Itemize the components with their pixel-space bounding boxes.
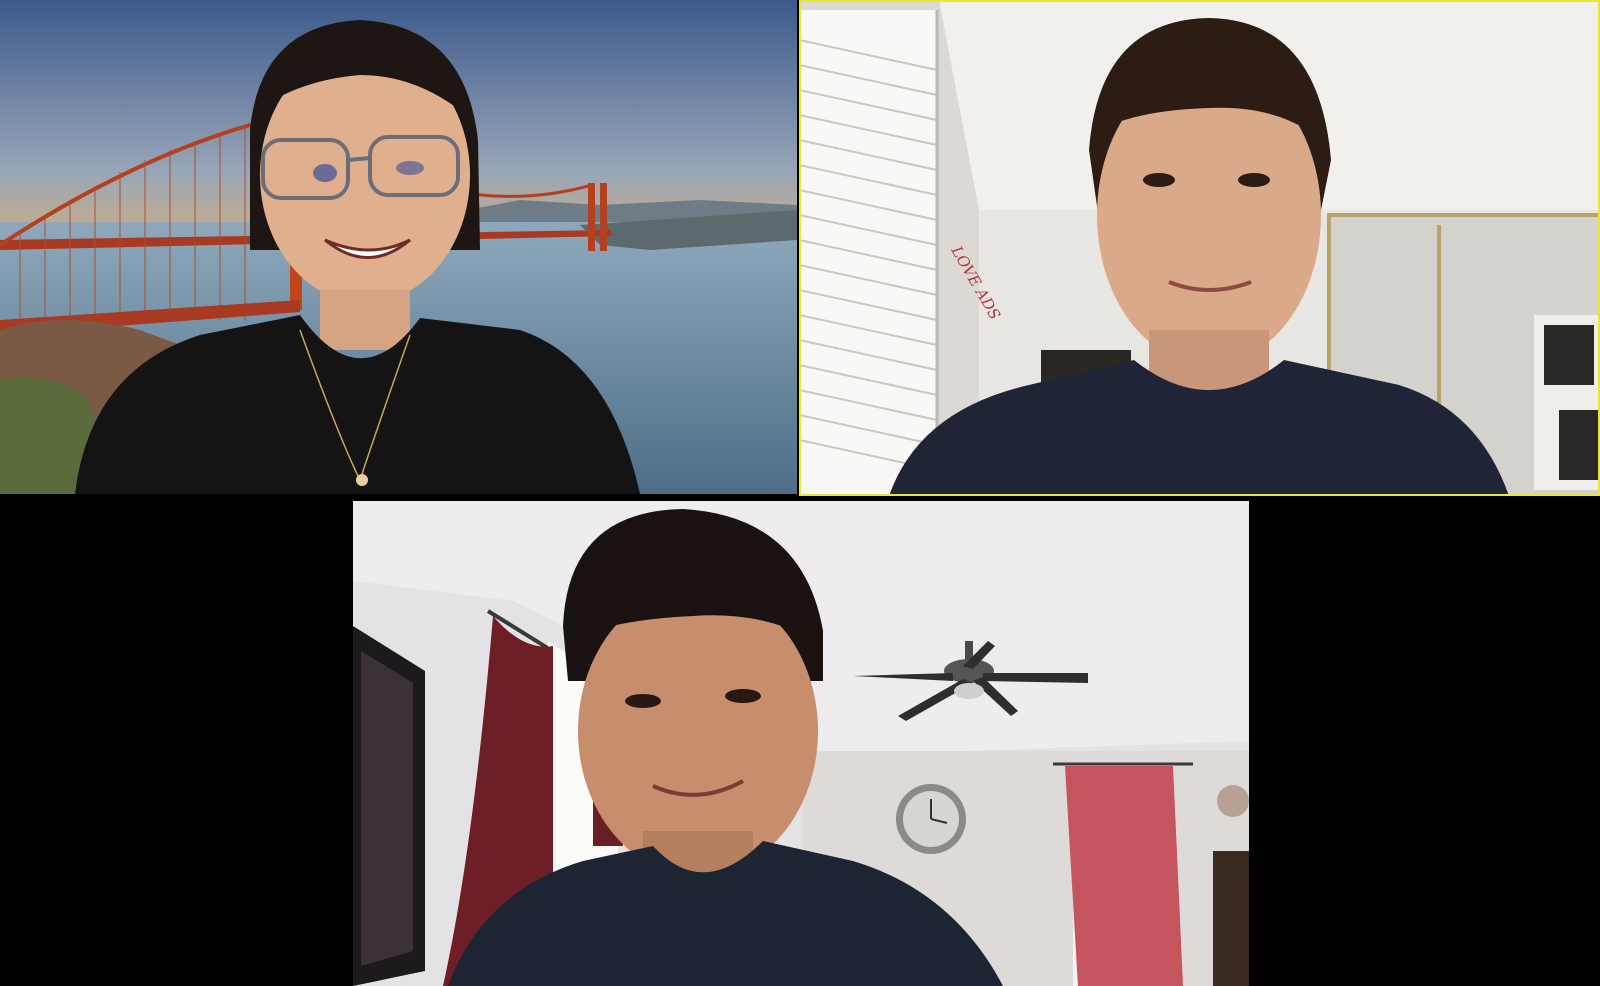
plant — [1217, 785, 1249, 817]
window-blinds — [799, 10, 937, 494]
participant-video-feed: LOVE ADS — [799, 0, 1600, 496]
video-gallery: LOVE ADS — [0, 0, 1600, 986]
participant-video-tile-3[interactable] — [353, 501, 1249, 986]
participant-video-tile-2[interactable]: LOVE ADS — [799, 0, 1600, 496]
bridge-tower-far — [588, 183, 595, 251]
bookshelf — [1213, 851, 1249, 986]
participant-video-feed — [353, 501, 1249, 986]
participant-video-feed — [0, 0, 797, 494]
participant-video-tile-1[interactable] — [0, 0, 797, 494]
curtain-right — [1065, 766, 1183, 986]
